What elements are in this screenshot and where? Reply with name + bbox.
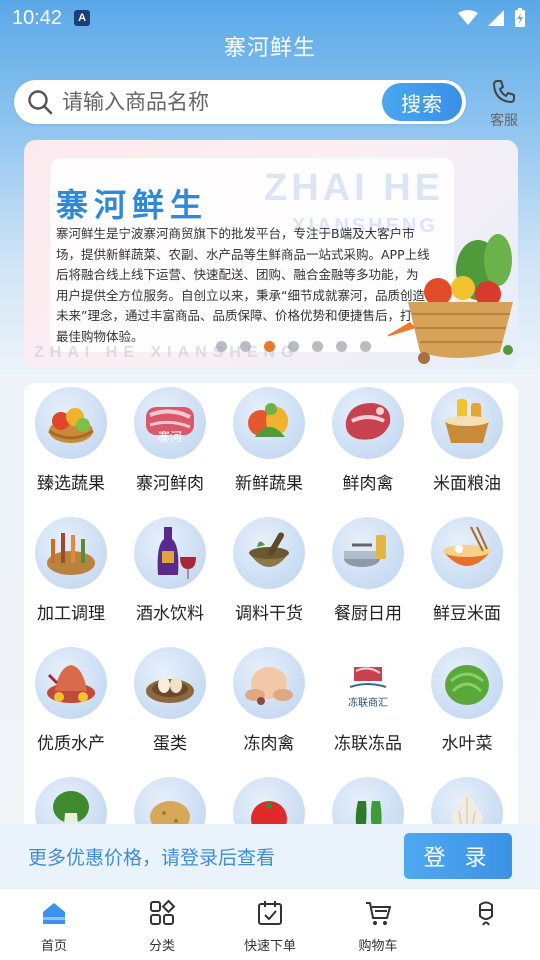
search-box[interactable]: 搜索 (14, 80, 466, 124)
banner-page-dot[interactable] (216, 341, 227, 352)
frozen-chicken-icon (233, 647, 305, 719)
seafood-icon (35, 647, 107, 719)
banner-page-dot[interactable] (288, 341, 299, 352)
banner-page-dot[interactable] (360, 341, 371, 352)
banner-page-dot[interactable] (312, 341, 323, 352)
tab-quick-order[interactable]: 快速下单 (216, 889, 324, 960)
category-label: 冻肉禽 (243, 734, 295, 754)
category-icon (150, 899, 176, 925)
cart-icon (366, 902, 391, 925)
category-label: 蛋类 (153, 734, 187, 754)
banner-watermark: ZHAI HE (264, 167, 444, 209)
banner-description: 寨河鲜生是宁波寨河商贸旗下的批发平台，专注于B端及大客户市场，提供新鲜蔬菜、农副… (56, 226, 430, 344)
category-label: 餐厨日用 (334, 604, 402, 624)
tab-cart[interactable]: 购物车 (324, 889, 432, 960)
category-item[interactable]: 调料干货 (224, 517, 314, 624)
category-item[interactable]: 加工调理 (26, 517, 116, 624)
category-label: 冻联冻品 (334, 734, 402, 754)
category-item[interactable]: 臻选蔬果 (26, 387, 116, 494)
promo-banner[interactable]: ZHAI HE XIANSHENG 寨河鲜生 寨河鲜生是宁波寨河商贸旗下的批发平… (24, 140, 518, 368)
category-item[interactable]: 优质水产 (26, 647, 116, 754)
customer-service-button[interactable]: 客服 (484, 78, 524, 130)
category-label: 鲜豆米面 (433, 604, 501, 624)
tab-label-category: 分类 (148, 939, 175, 954)
category-label: 鲜肉禽 (342, 474, 394, 494)
signal-icon (488, 10, 504, 26)
category-grid: 臻选蔬果 寨河 寨河鲜肉 新鲜蔬果 鲜肉禽 米面粮油 加工调理 酒水饮料 调料干货 餐厨日用 鲜豆米… (24, 383, 518, 833)
tab-category[interactable]: 分类 (108, 889, 216, 960)
login-button[interactable]: 登 录 (404, 833, 512, 879)
category-label: 臻选蔬果 (37, 474, 105, 494)
search-icon (28, 90, 53, 115)
category-item[interactable]: 蛋类 (125, 647, 215, 754)
tab-home[interactable]: 首页 (0, 889, 108, 960)
login-prompt-bar: 更多优惠价格，请登录后查看 登 录 (0, 824, 540, 888)
banner-pagination (216, 341, 371, 352)
category-label: 优质水产 (37, 734, 105, 754)
tab-label-cart: 购物车 (358, 939, 398, 954)
category-label: 水叶菜 (441, 734, 493, 754)
banner-page-dot[interactable] (264, 341, 275, 352)
tab-profile[interactable] (432, 889, 540, 960)
bottom-tab-bar: 首页 分类 快速下单 购物车 (0, 888, 540, 960)
noodles-icon (431, 517, 503, 589)
wifi-icon (458, 10, 478, 25)
app-notification-icon: A (74, 10, 91, 26)
phone-icon (493, 80, 515, 103)
category-item[interactable]: 酒水饮料 (125, 517, 215, 624)
battery-icon (515, 8, 525, 27)
leafy-greens-icon (431, 647, 503, 719)
category-item[interactable]: 冻联商汇 冻联冻品 (323, 647, 413, 754)
frozen-goods-logo-icon: 冻联商汇 (332, 647, 404, 719)
customer-service-label: 客服 (490, 113, 518, 129)
category-label: 酒水饮料 (136, 604, 204, 624)
tab-label-quick-order: 快速下单 (243, 939, 296, 954)
category-label: 新鲜蔬果 (235, 474, 303, 494)
search-button[interactable]: 搜索 (382, 83, 462, 121)
category-label: 调料干货 (235, 604, 303, 624)
category-label: 米面粮油 (433, 474, 501, 494)
search-input[interactable] (62, 90, 362, 114)
kitchenware-icon (332, 517, 404, 589)
category-item[interactable]: 寨河 寨河鲜肉 (125, 387, 215, 494)
status-time: 10:42 (12, 6, 63, 29)
banner-title: 寨河鲜生 (56, 186, 209, 224)
vegetables-icon (233, 387, 305, 459)
quick-order-icon (258, 901, 282, 925)
seasoning-icon (233, 517, 305, 589)
fresh-meat-icon: 寨河 (134, 387, 206, 459)
category-item[interactable]: 鲜肉禽 (323, 387, 413, 494)
category-label: 加工调理 (37, 604, 105, 624)
grain-oil-icon (431, 387, 503, 459)
banner-page-dot[interactable] (336, 341, 347, 352)
login-prompt-text: 更多优惠价格，请登录后查看 (28, 846, 276, 869)
wine-drinks-icon (134, 517, 206, 589)
fruit-basket-icon (35, 387, 107, 459)
home-icon (43, 903, 65, 924)
category-item[interactable]: 鲜豆米面 (422, 517, 512, 624)
meat-poultry-icon (332, 387, 404, 459)
category-item[interactable]: 米面粮油 (422, 387, 512, 494)
category-logo-text: 冻联商汇 (348, 698, 388, 709)
eggs-icon (134, 647, 206, 719)
category-label: 寨河鲜肉 (136, 474, 204, 494)
category-badge: 寨河 (157, 430, 182, 444)
category-item[interactable]: 新鲜蔬果 (224, 387, 314, 494)
category-item[interactable]: 餐厨日用 (323, 517, 413, 624)
app-title: 寨河鲜生 (223, 36, 316, 61)
vegetable-basket-icon (388, 234, 513, 364)
category-item[interactable]: 冻肉禽 (224, 647, 314, 754)
search-row: 搜索 客服 (14, 78, 530, 129)
profile-icon (479, 901, 493, 926)
processed-food-icon (35, 517, 107, 589)
tab-label-home: 首页 (40, 939, 67, 954)
category-item[interactable]: 水叶菜 (422, 647, 512, 754)
banner-page-dot[interactable] (240, 341, 251, 352)
